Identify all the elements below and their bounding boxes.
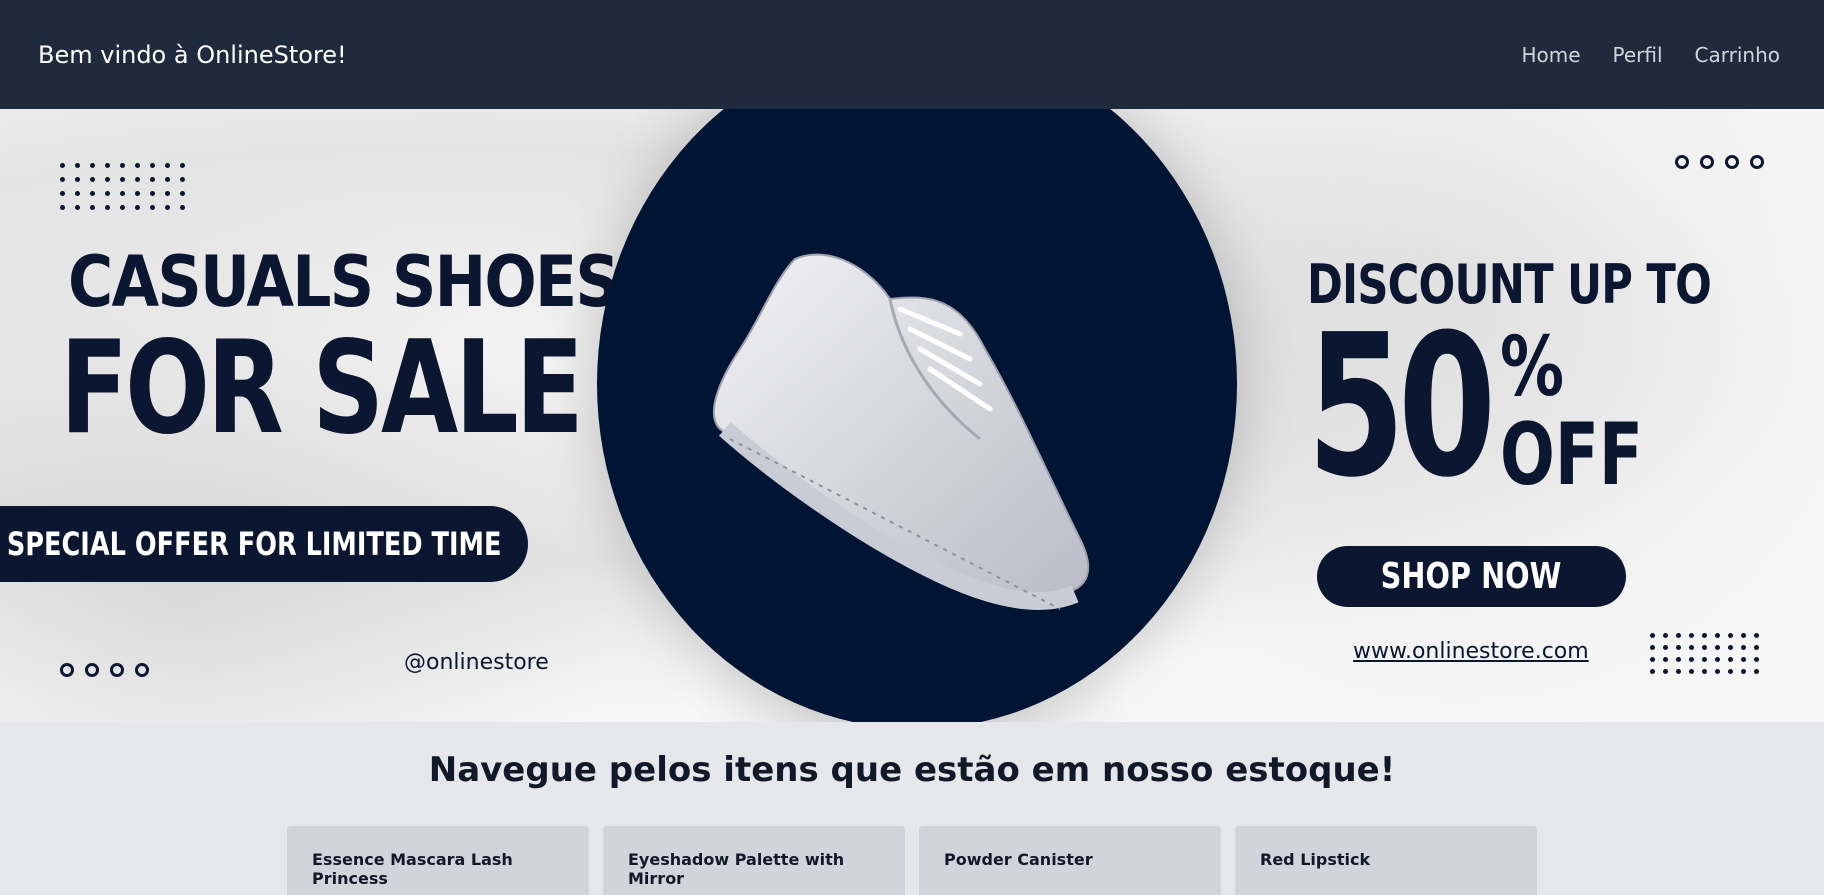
decorative-dot-grid (1650, 633, 1759, 674)
shop-now-label: SHOP NOW (1381, 556, 1562, 597)
discount-value: 50 (1307, 293, 1496, 521)
promo-banner[interactable]: CASUALS SHOES FOR SALE SPECIAL OFFER FOR… (0, 109, 1824, 722)
discount-percent: % (1500, 320, 1565, 415)
decorative-rings (1675, 155, 1764, 169)
special-offer-label: SPECIAL OFFER FOR LIMITED TIME (6, 525, 502, 563)
product-title: Eyeshadow Palette with Mirror (628, 850, 845, 888)
brand-welcome: Bem vindo à OnlineStore! (38, 40, 347, 69)
shoe-image (712, 253, 1090, 610)
product-card[interactable]: Red Lipstick (1235, 826, 1537, 895)
social-handle: @onlinestore (404, 650, 549, 675)
catalog-title: Navegue pelos itens que estão em nosso e… (428, 750, 1396, 790)
product-card[interactable]: Eyeshadow Palette with Mirror (603, 826, 905, 895)
top-navbar: Bem vindo à OnlineStore! Home Perfil Car… (0, 0, 1824, 109)
product-card[interactable]: Essence Mascara Lash Princess (287, 826, 589, 895)
product-title: Essence Mascara Lash Princess (312, 850, 513, 888)
nav-link-home[interactable]: Home (1521, 43, 1580, 67)
discount-off: OFF (1500, 405, 1643, 505)
nav-link-carrinho[interactable]: Carrinho (1695, 43, 1780, 67)
product-card[interactable]: Powder Canister (919, 826, 1221, 895)
decorative-dot-grid (60, 163, 185, 210)
product-grid: Essence Mascara Lash Princess Eyeshadow … (0, 826, 1824, 895)
website-link[interactable]: www.onlinestore.com (1353, 639, 1589, 664)
special-offer-badge: SPECIAL OFFER FOR LIMITED TIME (0, 506, 528, 582)
shop-now-button[interactable]: SHOP NOW (1317, 546, 1626, 607)
product-title: Powder Canister (944, 850, 1093, 869)
decorative-rings (60, 663, 149, 677)
banner-heading-line1: CASUALS SHOES (68, 241, 620, 323)
product-title: Red Lipstick (1260, 850, 1371, 869)
banner-heading-line2: FOR SALE (60, 314, 584, 463)
nav-link-perfil[interactable]: Perfil (1613, 43, 1663, 67)
nav-links: Home Perfil Carrinho (1521, 43, 1780, 67)
